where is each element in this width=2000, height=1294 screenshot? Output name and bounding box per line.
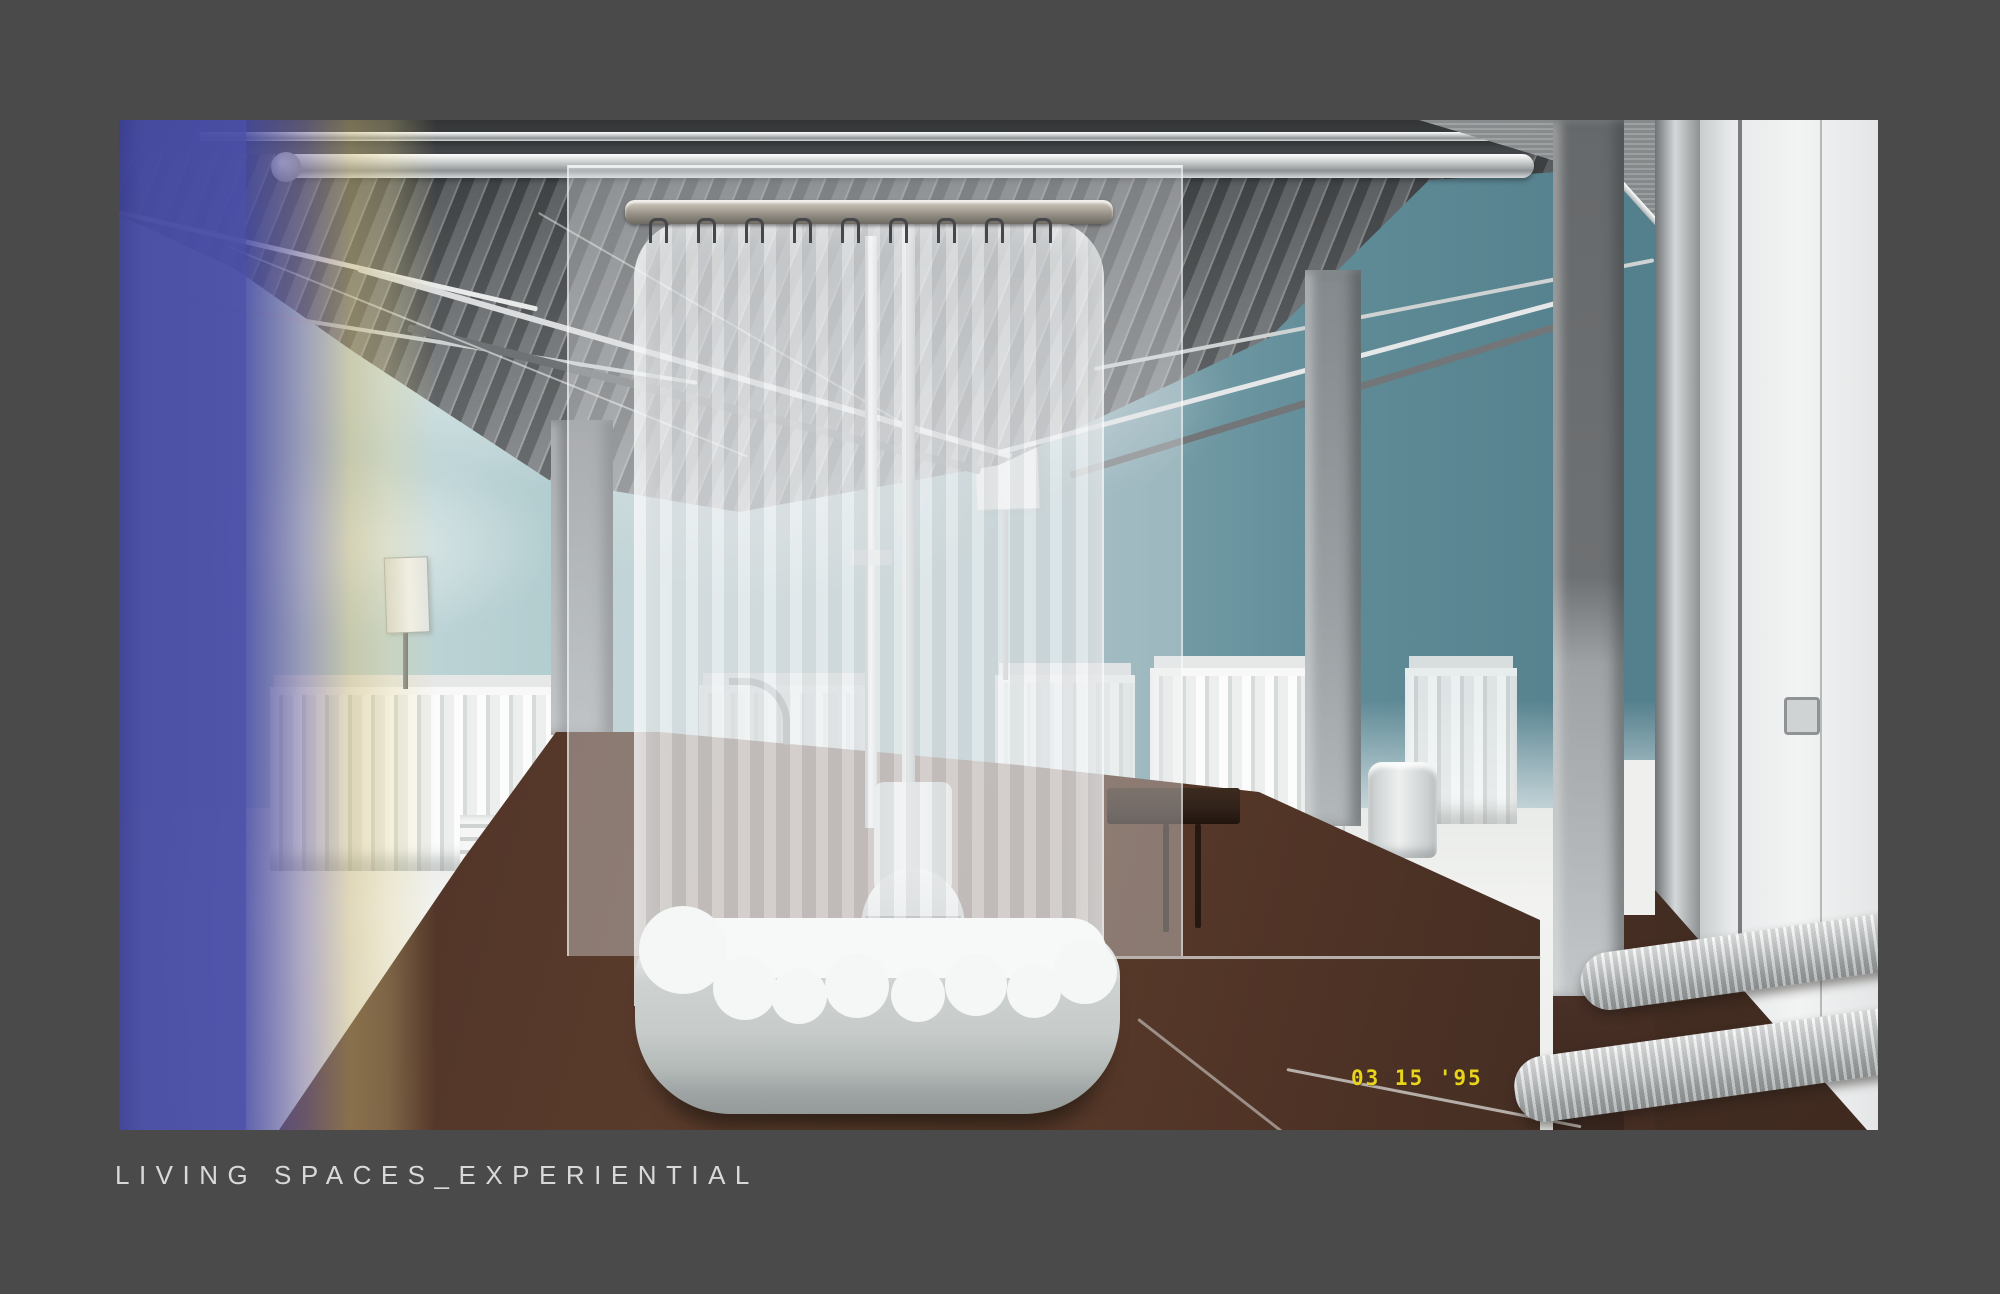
curtain-hook xyxy=(937,218,956,243)
date-stamp: 03 15 '95 xyxy=(1351,1066,1483,1090)
curtain-hook xyxy=(745,218,764,243)
curtain-hook xyxy=(985,218,1004,243)
curtain-hook xyxy=(649,218,668,243)
curtain-hook xyxy=(697,218,716,243)
blue-yellow-fade xyxy=(246,120,436,1130)
curtain-hook xyxy=(889,218,908,243)
bath-foam xyxy=(891,968,945,1022)
bath-foam xyxy=(945,954,1007,1016)
slide-caption: LIVING SPACES_EXPERIENTIAL xyxy=(115,1160,759,1190)
column-right-large xyxy=(1553,120,1624,998)
column-center-right xyxy=(1305,270,1361,826)
curtain-hook xyxy=(1033,218,1052,243)
bath-foam xyxy=(713,956,777,1020)
right-slice-ground xyxy=(1624,760,1655,930)
architectural-rendering: 03 15 '95 xyxy=(119,120,1878,1130)
side-table-leg xyxy=(1195,824,1201,928)
door-handle xyxy=(1784,697,1820,735)
blue-gradient-strip xyxy=(119,120,246,1130)
cylinder-drum xyxy=(1368,762,1437,858)
slide-background: 03 15 '95 LIVING SPACES_EXPERIENTIAL xyxy=(0,0,2000,1294)
bath-foam xyxy=(1053,940,1117,1004)
shower-curtain xyxy=(634,220,1104,1006)
floor-seam xyxy=(1105,956,1541,959)
bath-foam xyxy=(825,954,889,1018)
curtain-hook xyxy=(793,218,812,243)
curtain-hook xyxy=(841,218,860,243)
bath-foam xyxy=(771,968,827,1024)
